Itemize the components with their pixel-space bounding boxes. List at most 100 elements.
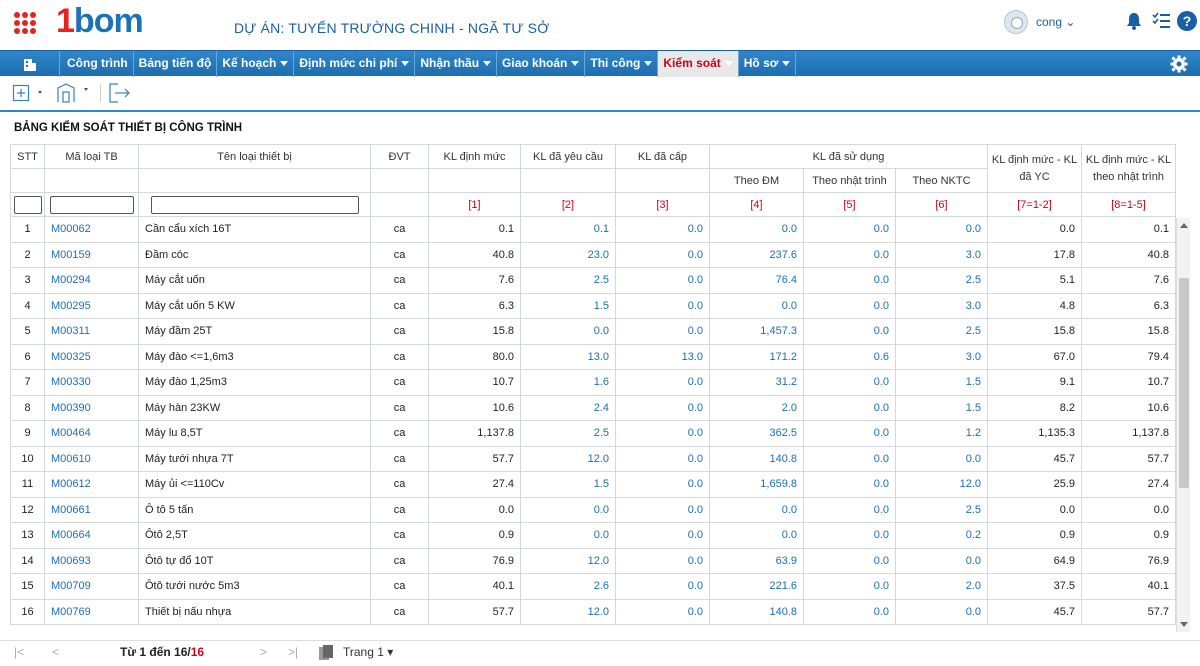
cell-value: 31.2 — [709, 369, 804, 396]
cell-code[interactable]: M00769 — [44, 598, 139, 625]
cell-unit: ca — [370, 267, 429, 294]
table-row[interactable]: 6 M00325 Máy đào <=1,6m3 ca 80.0 13.0 13.0 171.… — [10, 343, 1176, 370]
nav-item-2[interactable]: Kế hoạch — [217, 51, 295, 77]
gear-icon[interactable] — [1170, 55, 1188, 73]
cell-value: 362.5 — [709, 420, 804, 447]
cell-code[interactable]: M00693 — [44, 547, 139, 574]
cell-value: 2.6 — [520, 573, 616, 600]
first-page-button[interactable]: |< — [14, 645, 24, 659]
export-icon[interactable] — [108, 82, 132, 104]
chevron-down-icon — [571, 61, 580, 67]
table-row[interactable]: 10 M00610 Máy tưới nhựa 7T ca 57.7 12.0 0.0 140… — [10, 445, 1176, 472]
cell-code[interactable]: M00159 — [44, 241, 139, 268]
nav-item-7[interactable]: Kiểm soát — [658, 51, 739, 77]
cell-value: 0.0 — [987, 216, 1082, 243]
col-theo-nhat-trinh[interactable]: Theo nhật trình — [803, 168, 896, 193]
cell-value: 0.0 — [615, 445, 710, 472]
scroll-down-icon[interactable] — [1180, 622, 1188, 627]
table-row[interactable]: 14 M00693 Ôtô tự đổ 10T ca 76.9 12.0 0.0 63.9 0.… — [10, 547, 1176, 574]
cell-code[interactable]: M00062 — [44, 216, 139, 243]
cell-code[interactable]: M00612 — [44, 471, 139, 498]
nav-item-label: Kế hoạch — [222, 56, 277, 70]
user-menu[interactable]: cong ⌄ — [1036, 15, 1075, 29]
cell-code[interactable]: M00294 — [44, 267, 139, 294]
cell-value: 3.0 — [895, 292, 988, 319]
nav-item-6[interactable]: Thi công — [585, 51, 659, 77]
table-row[interactable]: 7 M00330 Máy đào 1,25m3 ca 10.7 1.6 0.0 31.2 0.0… — [10, 369, 1176, 396]
table-row[interactable]: 8 M00390 Máy hàn 23KW ca 10.6 2.4 0.0 2.0 0.0 1.5… — [10, 394, 1176, 421]
table-row[interactable]: 3 M00294 Máy cắt uốn ca 7.6 2.5 0.0 76.4 0.0 2.5 5… — [10, 267, 1176, 294]
cell-code[interactable]: M00664 — [44, 522, 139, 549]
cell-code[interactable]: M00390 — [44, 394, 139, 421]
cell-code[interactable]: M00610 — [44, 445, 139, 472]
col-name[interactable]: Tên loại thiết bị — [138, 144, 371, 169]
next-page-button[interactable]: > — [260, 645, 267, 659]
col-diff-yc[interactable]: KL định mức - KL đã YC — [987, 144, 1082, 193]
page-info-range: Từ 1 đến 16/ — [120, 645, 191, 659]
cell-code[interactable]: M00661 — [44, 496, 139, 523]
nav-item-0[interactable]: Công trình — [62, 51, 134, 77]
cell-stt: 7 — [10, 369, 45, 396]
cell-code[interactable]: M00325 — [44, 343, 139, 370]
add-icon[interactable] — [12, 82, 48, 104]
last-page-button[interactable]: >| — [288, 645, 298, 659]
nav-item-1[interactable]: Bảng tiến độ — [134, 51, 218, 77]
table-row[interactable]: 13 M00664 Ôtô 2,5T ca 0.9 0.0 0.0 0.0 0.0 0.2 0.9 0… — [10, 522, 1176, 549]
table-row[interactable]: 4 M00295 Máy cắt uốn 5 KW ca 6.3 1.5 0.0 0.0 0.0… — [10, 292, 1176, 319]
cell-stt: 11 — [10, 471, 45, 498]
apps-grid-icon[interactable] — [14, 12, 36, 34]
help-icon[interactable]: ? — [1177, 11, 1197, 31]
col-code[interactable]: Mã loại TB — [44, 144, 139, 169]
cell-code[interactable]: M00295 — [44, 292, 139, 319]
nav-item-5[interactable]: Giao khoán — [497, 51, 586, 77]
filter-stt-input[interactable] — [13, 195, 42, 214]
table-row[interactable]: 9 M00464 Máy lu 8,5T ca 1,137.8 2.5 0.0 362.5 0.… — [10, 420, 1176, 447]
bell-icon[interactable] — [1126, 12, 1142, 30]
page-select[interactable]: Trang 1 ▾ — [343, 645, 393, 659]
col-theo-nktc[interactable]: Theo NKTC — [895, 168, 988, 193]
scroll-up-icon[interactable] — [1180, 223, 1188, 228]
nav-item-3[interactable]: Định mức chi phí — [294, 51, 416, 77]
logo[interactable]: 1bom — [56, 2, 144, 42]
cell-code[interactable]: M00709 — [44, 573, 139, 600]
col-stt[interactable]: STT — [10, 144, 45, 169]
table-row[interactable]: 1 M00062 Cần cẩu xích 16T ca 0.1 0.1 0.0 0.0 0.0… — [10, 216, 1176, 243]
checklist-icon[interactable] — [1152, 12, 1170, 30]
table-row[interactable]: 11 M00612 Máy ủi <=110Cv ca 27.4 1.5 0.0 1,659.… — [10, 471, 1176, 498]
filter-code-input[interactable] — [49, 195, 134, 214]
table-row[interactable]: 16 M00769 Thiết bị nấu nhựa ca 57.7 12.0 0.0 14… — [10, 598, 1176, 625]
table-row[interactable]: 15 M00709 Ôtô tưới nước 5m3 ca 40.1 2.6 0.0 221… — [10, 573, 1176, 600]
cell-value: 0.0 — [987, 496, 1082, 523]
chevron-down-icon — [724, 61, 733, 67]
cell-value: 79.4 — [1081, 343, 1176, 370]
nav-item-8[interactable]: Hồ sơ — [739, 51, 797, 77]
cell-value: 0.0 — [615, 267, 710, 294]
nav-item-4[interactable]: Nhận thầu — [415, 51, 498, 77]
col-diff-nt[interactable]: KL định mức - KL theo nhật trình — [1081, 144, 1176, 193]
formula-2: [2] — [520, 192, 616, 217]
prev-page-button[interactable]: < — [52, 645, 59, 659]
col-kl-cap[interactable]: KL đã cấp — [615, 144, 710, 169]
table-row[interactable]: 2 M00159 Đầm cóc ca 40.8 23.0 0.0 237.6 0.0 3.0 17… — [10, 241, 1176, 268]
col-kl-dinh-muc[interactable]: KL định mức — [428, 144, 521, 169]
col-theo-dm[interactable]: Theo ĐM — [709, 168, 804, 193]
cell-name: Ôtô tự đổ 10T — [138, 547, 371, 574]
pager: |< < Từ 1 đến 16/16 > >| Trang 1 ▾ — [0, 640, 1200, 664]
user-avatar[interactable] — [1004, 10, 1028, 34]
cell-unit: ca — [370, 292, 429, 319]
cell-value: 15.8 — [428, 318, 521, 345]
cell-code[interactable]: M00311 — [44, 318, 139, 345]
col-kl-yeu-cau[interactable]: KL đã yêu cầu — [520, 144, 616, 169]
table-row[interactable]: 5 M00311 Máy đầm 25T ca 15.8 0.0 0.0 1,457.3 0.0… — [10, 318, 1176, 345]
filter-name-input[interactable] — [150, 195, 359, 214]
scroll-thumb[interactable] — [1179, 278, 1189, 488]
vertical-scrollbar[interactable] — [1176, 218, 1190, 632]
cell-code[interactable]: M00330 — [44, 369, 139, 396]
building-menu-icon[interactable] — [56, 82, 96, 104]
col-unit[interactable]: ĐVT — [370, 144, 429, 169]
table-row[interactable]: 12 M00661 Ô tô 5 tấn ca 0.0 0.0 0.0 0.0 0.0 2.5 0.… — [10, 496, 1176, 523]
cell-value: 0.0 — [803, 216, 896, 243]
nav-home-button[interactable] — [0, 51, 60, 77]
logo-prefix: 1 — [56, 2, 75, 40]
cell-code[interactable]: M00464 — [44, 420, 139, 447]
